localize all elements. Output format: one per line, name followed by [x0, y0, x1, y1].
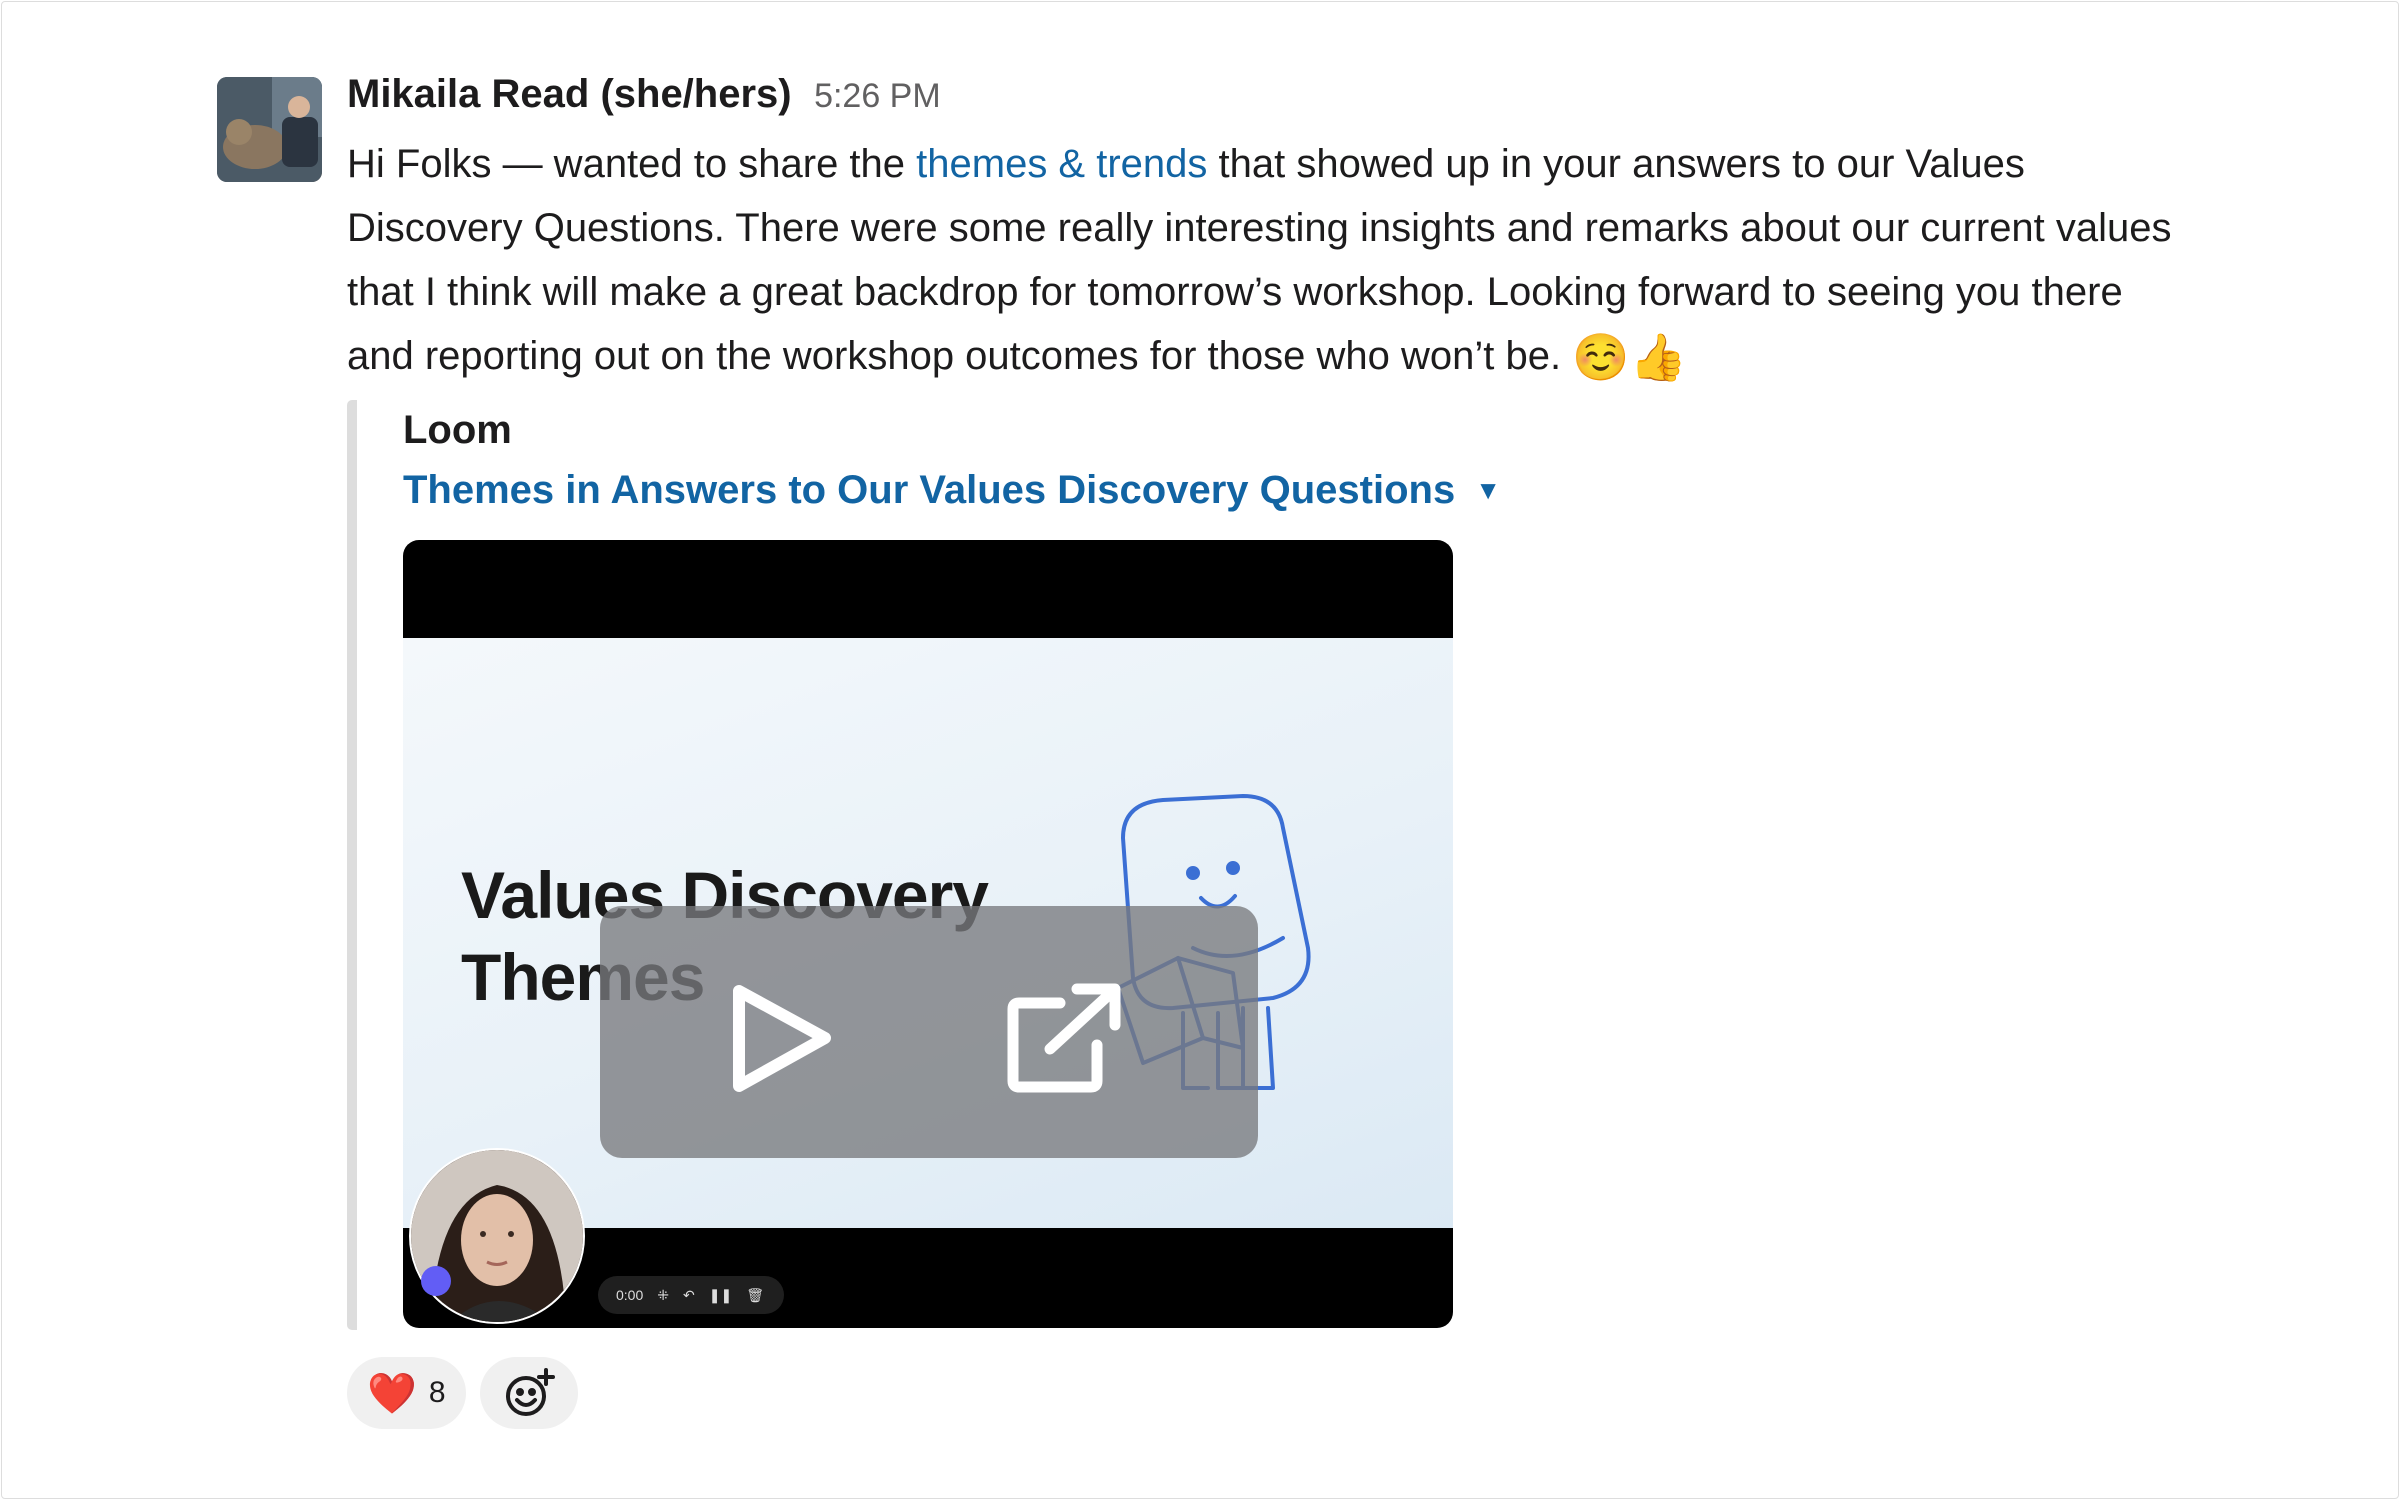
message-body: Hi Folks — wanted to share the themes & …: [347, 132, 2197, 389]
external-link-icon[interactable]: [1005, 981, 1125, 1096]
heart-icon: ❤️: [367, 1371, 417, 1416]
add-reaction-icon: [505, 1368, 555, 1416]
trash-icon[interactable]: 🗑: [746, 1287, 764, 1304]
message-container: Mikaila Read (she/hers) 5:26 PM Hi Folks…: [1, 1, 2399, 1499]
message-header: Mikaila Read (she/hers) 5:26 PM: [347, 72, 941, 117]
reaction-count: 8: [428, 1376, 446, 1409]
attachment-source: Loom: [403, 408, 512, 452]
pause-icon[interactable]: ❚❚: [709, 1287, 732, 1304]
sender-name[interactable]: Mikaila Read (she/hers): [347, 72, 792, 116]
grid-icon[interactable]: ⁜: [657, 1287, 669, 1304]
recorder-control-bar: 0:00 ⁜ ↶ ❚❚ 🗑: [598, 1276, 784, 1314]
heart-reaction[interactable]: ❤️ 8: [347, 1357, 466, 1429]
undo-icon[interactable]: ↶: [683, 1287, 695, 1304]
attachment-title-link[interactable]: Themes in Answers to Our Values Discover…: [403, 468, 1501, 513]
loom-attachment: Loom Themes in Answers to Our Values Dis…: [347, 400, 1557, 1330]
sender-avatar[interactable]: [217, 77, 322, 182]
video-player[interactable]: Values Discovery Themes 0:00 ⁜ ↶ ❚❚ 🗑: [403, 540, 1453, 1328]
play-icon[interactable]: [725, 981, 835, 1096]
themes-trends-link[interactable]: themes & trends: [916, 142, 1207, 186]
video-hover-overlay: [600, 906, 1258, 1158]
message-timestamp[interactable]: 5:26 PM: [814, 77, 941, 115]
presenter-camera-bubble: [409, 1148, 585, 1324]
video-slide: Values Discovery Themes 0:00 ⁜ ↶ ❚❚ 🗑: [403, 638, 1453, 1324]
add-reaction-button[interactable]: [479, 1357, 578, 1429]
recorder-time: 0:00: [616, 1287, 644, 1303]
presenter-status-dot: [421, 1266, 451, 1296]
chevron-down-icon[interactable]: ▼: [1475, 475, 1501, 506]
attachment-title[interactable]: Themes in Answers to Our Values Discover…: [403, 468, 1455, 512]
message-emojis: ☺️👍: [1572, 331, 1687, 383]
message-text-start: Hi Folks — wanted to share the: [347, 142, 917, 186]
reactions-bar: ❤️ 8: [347, 1357, 578, 1429]
